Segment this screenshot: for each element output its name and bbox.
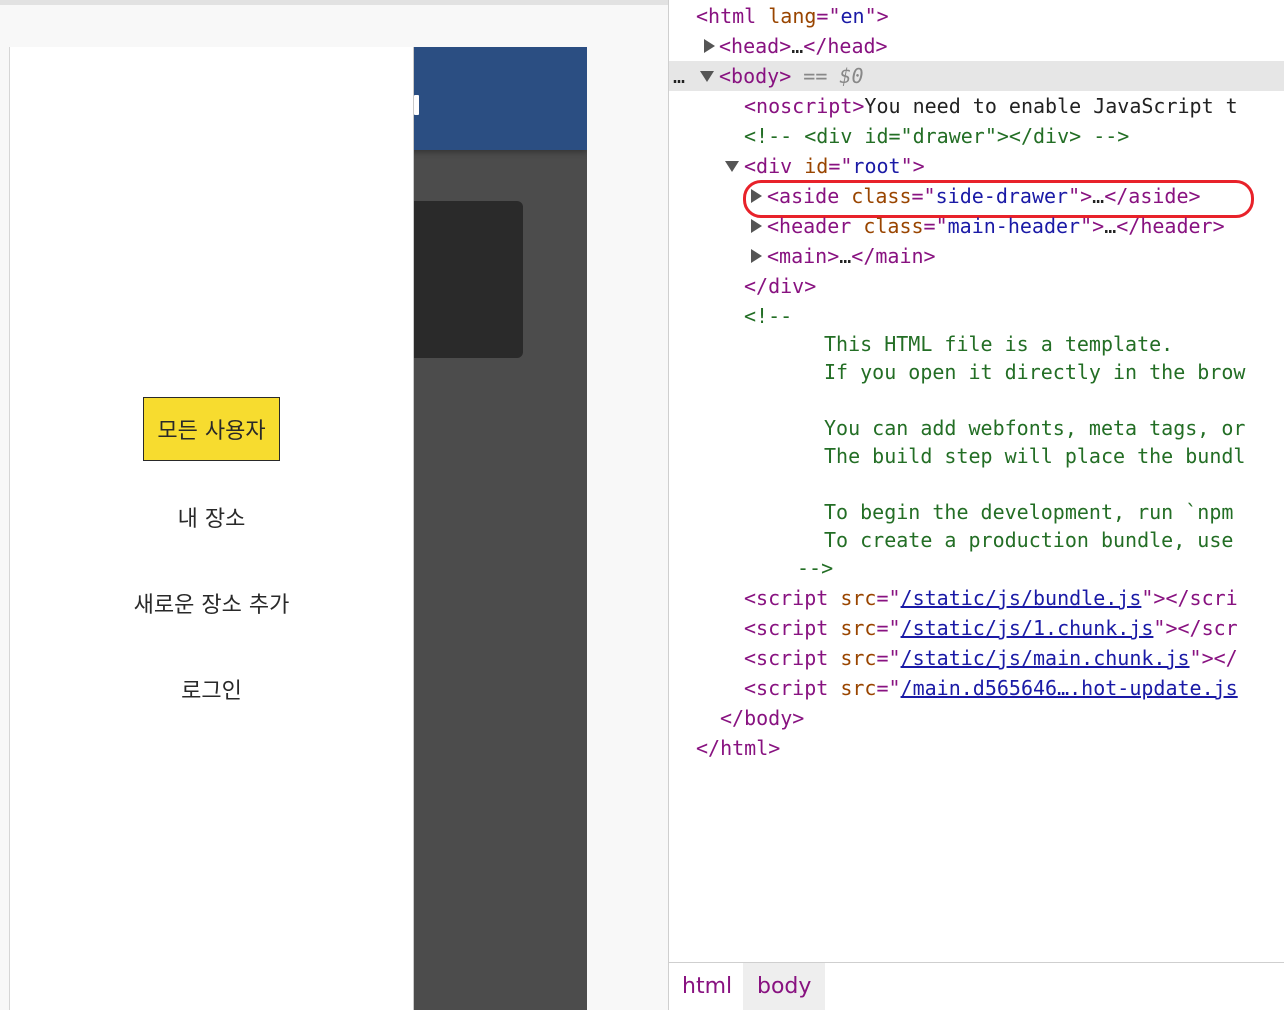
dom-node-script-hot-update[interactable]: <script src="/main.d565646….hot-update.j…	[744, 673, 1238, 703]
nav-item-login: 로그인	[10, 673, 413, 705]
comment-line: You can add webfonts, meta tags, or	[824, 416, 1246, 440]
expand-header-icon[interactable]	[751, 219, 762, 233]
collapse-body-icon[interactable]	[700, 71, 714, 82]
devtools-elements-panel: <html lang="en"> <head>…</head> … <body>…	[668, 0, 1284, 1010]
more-actions-icon[interactable]: …	[673, 61, 685, 91]
dom-node-noscript[interactable]: <noscript>You need to enable JavaScript …	[744, 91, 1238, 121]
nav-item-add-place: 새로운 장소 추가	[10, 587, 413, 619]
comment-line: If you open it directly in the brow	[824, 360, 1246, 384]
expand-main-icon[interactable]	[751, 249, 762, 263]
dom-node-root-div-close[interactable]: </div>	[744, 271, 816, 301]
header-title-fragment	[414, 95, 419, 115]
nav-link-my-places[interactable]: 내 장소	[178, 501, 246, 533]
nav-link-add-place[interactable]: 새로운 장소 추가	[134, 587, 290, 619]
dom-node-html[interactable]: <html lang="en">	[696, 1, 889, 31]
comment-line: To begin the development, run `npm	[824, 500, 1234, 524]
dom-node-html-close[interactable]: </html>	[696, 733, 780, 763]
dom-node-script-main-chunk[interactable]: <script src="/static/js/main.chunk.js"><…	[744, 643, 1238, 673]
nav-link-login[interactable]: 로그인	[181, 673, 242, 705]
preview-top-bar	[0, 0, 668, 5]
comment-line: To create a production bundle, use	[824, 528, 1234, 552]
dom-node-script-chunk[interactable]: <script src="/static/js/1.chunk.js"></sc…	[744, 613, 1238, 643]
breadcrumb-html[interactable]: html	[682, 963, 732, 1010]
dom-node-main[interactable]: <main>…</main>	[767, 241, 936, 271]
nav-item-my-places: 내 장소	[10, 501, 413, 533]
dom-node-script-bundle[interactable]: <script src="/static/js/bundle.js"></scr…	[744, 583, 1238, 613]
script-src-link[interactable]: /static/js/bundle.js	[901, 586, 1142, 610]
comment-line: The build step will place the bundl	[824, 444, 1246, 468]
expand-head-icon[interactable]	[704, 39, 715, 53]
side-drawer: 모든 사용자 내 장소 새로운 장소 추가 로그인	[10, 47, 414, 1010]
dom-node-header-main-header[interactable]: <header class="main-header">…</header>	[767, 211, 1225, 241]
dom-comment-template-open[interactable]: <!--	[744, 301, 792, 331]
script-src-link[interactable]: /main.d565646….hot-update.js	[901, 676, 1238, 700]
script-src-link[interactable]: /static/js/1.chunk.js	[901, 616, 1154, 640]
nav-link-all-users[interactable]: 모든 사용자	[143, 397, 280, 461]
dom-node-head[interactable]: <head>…</head>	[719, 31, 888, 61]
breadcrumb: html body	[669, 962, 1284, 1010]
breadcrumb-body[interactable]: body	[743, 963, 826, 1010]
collapse-root-icon[interactable]	[725, 161, 739, 172]
dom-node-body-close[interactable]: </body>	[720, 703, 804, 733]
comment-close: -->	[797, 556, 834, 580]
page-preview-pane: 모든 사용자 내 장소 새로운 장소 추가 로그인	[0, 0, 668, 1010]
script-src-link[interactable]: /static/js/main.chunk.js	[901, 646, 1190, 670]
dom-comment-drawer[interactable]: <!-- <div id="drawer"></div> -->	[744, 121, 1129, 151]
comment-line: This HTML file is a template.	[824, 332, 1174, 356]
dom-node-root-div[interactable]: <div id="root">	[744, 151, 925, 181]
dom-node-body[interactable]: <body> == $0	[719, 61, 864, 91]
nav-item-all-users: 모든 사용자	[10, 397, 413, 461]
app-viewport: 모든 사용자 내 장소 새로운 장소 추가 로그인	[9, 47, 587, 1010]
